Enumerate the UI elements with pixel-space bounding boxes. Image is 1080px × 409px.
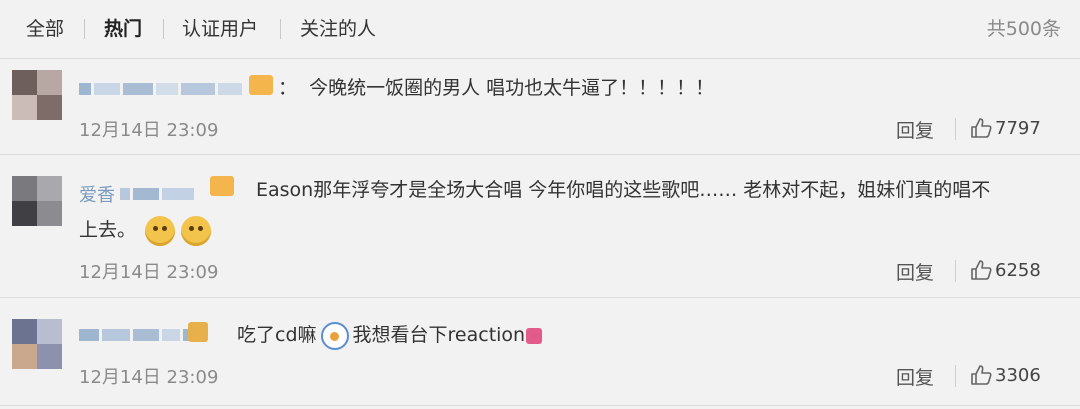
vip-badge-icon — [249, 75, 273, 95]
action-divider — [955, 118, 956, 140]
reply-button[interactable]: 回复 — [896, 363, 934, 390]
tab-divider — [163, 19, 164, 39]
comment-text: 吃了cd嘛 我想看台下reaction — [237, 317, 543, 353]
comment-colon: ： — [278, 77, 298, 99]
comment-body: 上去。 — [79, 219, 137, 241]
vip-badge-icon — [188, 322, 208, 342]
comment-item: 吃了cd嘛 我想看台下reaction 12月14日 23:09 回复 3306 — [0, 297, 1080, 409]
comment-timestamp: 12月14日 23:09 — [79, 120, 219, 141]
comment-body: 今晚统一饭圈的男人 唱功也太牛逼了！！！！！ — [309, 77, 715, 99]
thumbs-up-icon — [971, 365, 992, 385]
comment-text: ： 今晚统一饭圈的男人 唱功也太牛逼了！！！！！ — [278, 70, 714, 106]
like-count: 7797 — [995, 117, 1041, 139]
doge-emoji — [181, 215, 212, 246]
action-divider — [955, 260, 956, 282]
vip-badge-icon — [210, 176, 234, 196]
nickname-text: 爱香 — [79, 185, 115, 206]
comment-total-count: 共500条 — [986, 18, 1061, 40]
comment-body: 吃了cd嘛 — [237, 324, 317, 346]
tab-following[interactable]: 关注的人 — [300, 16, 376, 42]
comment-filter-tabs: 全部 热门 认证用户 关注的人 共500条 — [0, 0, 1080, 58]
tab-all[interactable]: 全部 — [26, 16, 64, 42]
doge-emoji — [145, 215, 176, 246]
comment-timestamp: 12月14日 23:09 — [79, 367, 219, 388]
thumbs-up-icon — [971, 118, 992, 138]
comment-item: 爱香 Eason那年浮夸才是全场大合唱 今年你唱的这些歌吧…… 老林对不起，姐妹… — [0, 154, 1080, 296]
comment-text: Eason那年浮夸才是全场大合唱 今年你唱的这些歌吧…… 老林对不起，姐妹们真的… — [256, 172, 1056, 208]
like-button[interactable]: 7797 — [970, 117, 1041, 141]
tab-divider — [280, 19, 281, 39]
comment-text-continued: 上去。 — [79, 212, 214, 248]
emoji-icon — [320, 321, 349, 350]
avatar[interactable] — [12, 176, 62, 226]
like-button[interactable]: 3306 — [970, 364, 1041, 388]
tab-divider — [84, 19, 85, 39]
avatar[interactable] — [12, 319, 62, 369]
tab-verified-users[interactable]: 认证用户 — [182, 16, 258, 42]
action-divider — [955, 365, 956, 387]
comment-body: Eason那年浮夸才是全场大合唱 今年你唱的这些歌吧…… 老林对不起，姐妹们真的… — [256, 179, 991, 201]
comment-timestamp: 12月14日 23:09 — [79, 262, 219, 283]
nickname-blurred[interactable] — [79, 324, 194, 346]
reply-button[interactable]: 回复 — [896, 116, 934, 143]
nickname-partially-blurred[interactable]: 爱香 — [79, 181, 197, 206]
nickname-blurred[interactable] — [79, 78, 245, 100]
comment-divider — [0, 405, 1080, 406]
like-count: 3306 — [995, 364, 1041, 386]
like-button[interactable]: 6258 — [970, 259, 1041, 283]
avatar[interactable] — [12, 70, 62, 120]
emoji-icon — [526, 327, 543, 344]
thumbs-up-icon — [971, 260, 992, 280]
comment-item: ： 今晚统一饭圈的男人 唱功也太牛逼了！！！！！ 12月14日 23:09 回复… — [0, 58, 1080, 154]
comment-body: 我想看台下reaction — [352, 324, 526, 346]
tab-hot[interactable]: 热门 — [104, 16, 142, 42]
reply-button[interactable]: 回复 — [896, 258, 934, 285]
like-count: 6258 — [995, 259, 1041, 281]
